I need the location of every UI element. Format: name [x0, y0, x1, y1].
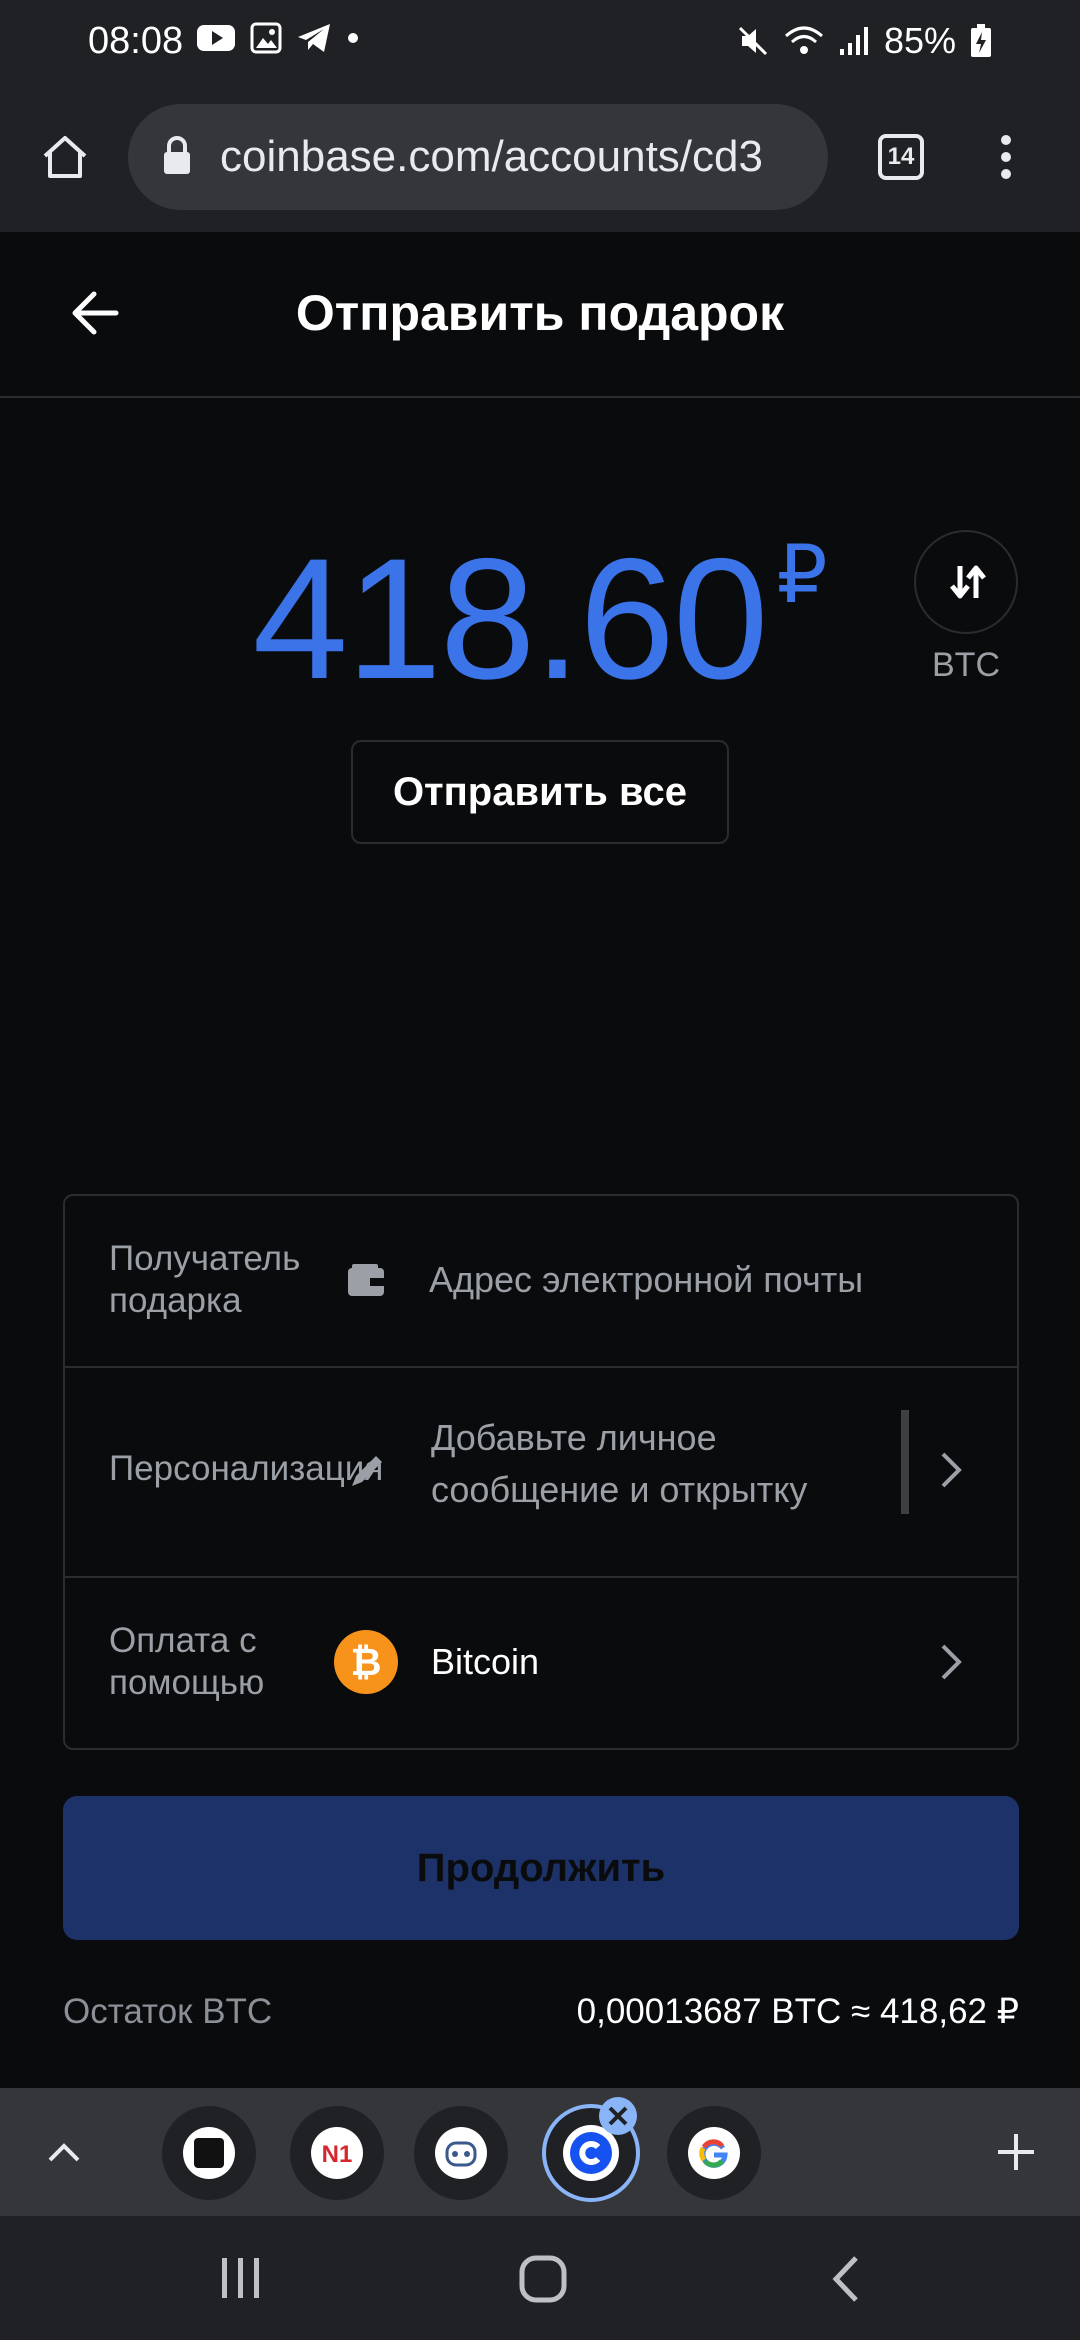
payment-row[interactable]: Оплата с помощью ₿ Bitcoin	[65, 1578, 1017, 1748]
pencil-icon	[352, 1456, 382, 1486]
wallet-icon	[348, 1264, 384, 1296]
tab-count: 14	[887, 143, 915, 170]
page-title: Отправить подарок	[295, 285, 785, 341]
recipient-label: Получатель подарка	[109, 1239, 301, 1320]
telegram-icon	[298, 24, 330, 52]
tab-game[interactable]	[414, 2106, 508, 2200]
more-menu-icon[interactable]	[996, 132, 1016, 182]
n1-icon: N1	[311, 2127, 363, 2179]
recent-apps-icon[interactable]	[218, 2256, 264, 2300]
status-bar: 08:08 85%	[0, 0, 1080, 90]
bitcoin-icon: ₿	[334, 1630, 398, 1694]
balance-value: 0,00013687 BTC ≈ 418,62 ₽	[576, 1992, 1019, 2031]
personalization-label: Персонализация	[109, 1449, 384, 1488]
youtube-icon	[197, 25, 235, 51]
personalization-value: Добавьте личное сообщение и открытку	[431, 1417, 808, 1510]
amount-value: 418.60	[252, 523, 769, 715]
browser-toolbar: coinbase.com/accounts/cd3 14	[0, 90, 1080, 234]
svg-text:N1: N1	[322, 2141, 353, 2168]
tab-switcher-button[interactable]: 14	[878, 134, 924, 180]
home-icon[interactable]	[40, 132, 90, 182]
home-nav-icon[interactable]	[518, 2254, 568, 2304]
balance-label: Остаток BTC	[63, 1992, 273, 2031]
chevron-up-icon[interactable]	[44, 2138, 84, 2166]
status-right: 85%	[736, 20, 992, 62]
payment-label: Оплата с помощью	[109, 1621, 265, 1702]
notification-icons	[196, 22, 360, 54]
url-bar[interactable]: coinbase.com/accounts/cd3	[128, 104, 828, 210]
amount-display[interactable]: 418.60 ₽	[0, 520, 1080, 718]
game-icon	[435, 2127, 487, 2179]
battery-icon	[971, 24, 991, 57]
google-icon	[688, 2127, 740, 2179]
gift-form-card: Получатель подарка Адрес электронной поч…	[63, 1194, 1019, 1750]
close-tab-icon[interactable]	[598, 2096, 638, 2136]
chevron-right-icon	[941, 1452, 962, 1488]
tab-n1[interactable]: N1	[290, 2106, 384, 2200]
gallery-icon	[250, 22, 282, 54]
terminal-icon	[183, 2127, 235, 2179]
continue-button[interactable]: Продолжить	[63, 1796, 1019, 1940]
send-all-button[interactable]: Отправить все	[351, 740, 729, 844]
payment-method-value: Bitcoin	[431, 1641, 540, 1682]
page-header: Отправить подарок	[0, 232, 1080, 398]
amount-currency: ₽	[776, 530, 828, 619]
tab-google[interactable]	[667, 2106, 761, 2200]
url-text: coinbase.com/accounts/cd3	[220, 132, 763, 181]
currency-toggle-label: BTC	[932, 646, 1000, 684]
battery-percent: 85%	[883, 20, 956, 61]
tab-strip: N1	[0, 2088, 1080, 2216]
recipient-email-input[interactable]: Адрес электронной почты	[429, 1254, 863, 1306]
new-tab-plus-icon[interactable]	[996, 2132, 1036, 2172]
chevron-right-icon	[941, 1644, 962, 1680]
mute-icon	[738, 26, 767, 56]
personalization-row[interactable]: Персонализация Добавьте личное сообщение…	[65, 1368, 1017, 1576]
lock-icon	[164, 136, 190, 174]
back-nav-icon[interactable]	[828, 2254, 864, 2304]
scroll-indicator	[901, 1410, 909, 1514]
swap-arrows-icon	[950, 565, 986, 599]
svg-text:₿: ₿	[351, 1642, 382, 1684]
wifi-icon	[784, 26, 823, 54]
currency-swap-button[interactable]	[914, 530, 1018, 634]
dot-icon	[348, 33, 358, 43]
tab-terminal[interactable]	[162, 2106, 256, 2200]
status-time: 08:08	[88, 20, 184, 62]
signal-icon	[839, 27, 868, 55]
system-nav-bar	[0, 2216, 1080, 2340]
recipient-row[interactable]: Получатель подарка Адрес электронной поч…	[65, 1196, 1017, 1366]
